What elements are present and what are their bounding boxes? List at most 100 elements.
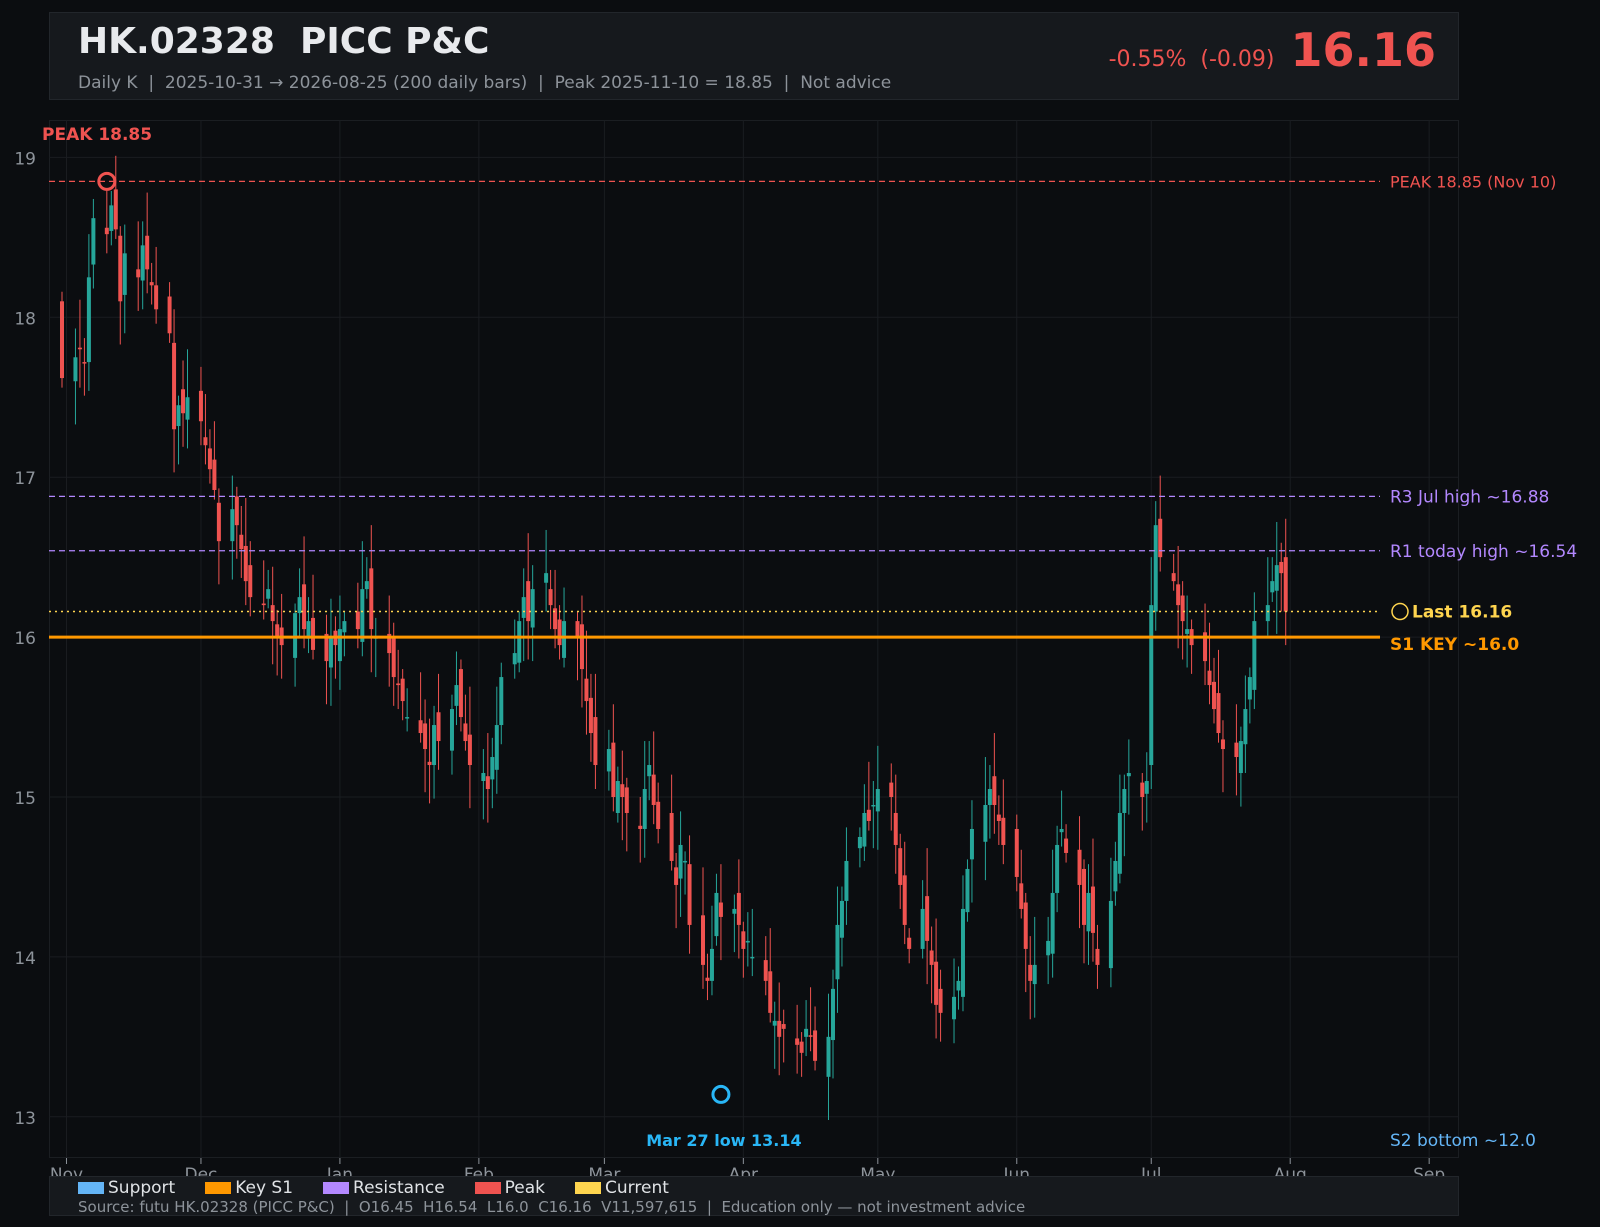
candle-body — [656, 801, 661, 829]
candle-body — [405, 717, 410, 719]
candle-body — [1144, 781, 1149, 794]
candle-body — [400, 678, 405, 702]
candle-body — [1055, 844, 1060, 893]
candle-body — [839, 900, 844, 938]
candle-body — [436, 712, 441, 742]
candle-body — [952, 996, 957, 1020]
candle-body — [898, 848, 903, 885]
candle-body — [1032, 964, 1037, 985]
candle-body — [687, 864, 692, 925]
candle-body — [1158, 518, 1163, 558]
candle-body — [1171, 573, 1176, 582]
candle-body — [485, 776, 490, 790]
candle-body — [275, 624, 280, 638]
candle-body — [1153, 525, 1158, 612]
candle-body — [777, 1020, 782, 1037]
candle-body — [1019, 883, 1024, 909]
candle-body — [302, 584, 307, 630]
candle-body — [1270, 581, 1275, 593]
candle-body — [647, 765, 652, 777]
legend-label: Current — [605, 1178, 669, 1198]
candle-body — [77, 347, 82, 350]
candle-body — [234, 496, 239, 526]
candle-body — [490, 757, 495, 780]
peak-annotation: PEAK 18.85 — [42, 125, 152, 145]
candle-body — [893, 812, 898, 845]
candle-body — [835, 924, 840, 980]
candle-body — [297, 597, 302, 614]
candle-body — [548, 589, 553, 606]
candle-body — [167, 296, 172, 334]
candle-body — [575, 621, 580, 638]
candle-body — [203, 437, 208, 446]
candle-body — [1086, 892, 1091, 932]
chart-footer: Support Key S1 Resistance Peak Current Sourc… — [49, 1176, 1459, 1216]
candle-body — [741, 931, 746, 949]
candle-body — [1234, 742, 1239, 758]
candle-body — [813, 1030, 818, 1061]
candle-body — [669, 812, 674, 861]
candle-body — [517, 621, 522, 663]
legend-item-support: Support — [78, 1178, 175, 1198]
candle-body — [512, 653, 517, 665]
candle-body — [458, 669, 463, 718]
low-marker — [711, 1084, 731, 1104]
candle-body — [557, 619, 562, 646]
y-tick-label: 19 — [14, 149, 36, 169]
candle-body — [1220, 739, 1225, 750]
candle-body — [212, 459, 217, 490]
legend: Support Key S1 Resistance Peak Current — [78, 1178, 699, 1198]
candle-body — [104, 227, 109, 235]
candle-body — [1090, 886, 1095, 933]
candle-body — [544, 573, 549, 583]
level-label-last: Last 16.16 — [1412, 603, 1512, 623]
candle-body — [781, 1024, 786, 1029]
candle-body — [113, 189, 118, 230]
legend-label: Key S1 — [235, 1178, 294, 1198]
candle-body — [808, 1035, 813, 1037]
candle-body — [624, 787, 629, 813]
candle-body — [593, 717, 598, 766]
candle-body — [342, 621, 347, 633]
level-label-peak: PEAK 18.85 (Nov 10) — [1390, 172, 1556, 191]
candle-body — [1212, 681, 1217, 710]
candle-body — [261, 603, 266, 606]
candle-body — [248, 565, 253, 598]
candle-body — [956, 980, 961, 991]
candle-body — [122, 253, 127, 295]
candle-body — [714, 892, 719, 937]
candle-body — [1014, 828, 1019, 877]
candle-body — [889, 782, 894, 797]
legend-item-current: Current — [575, 1178, 669, 1198]
candle-body — [1113, 860, 1118, 892]
candle-body — [606, 749, 611, 772]
candle-body — [983, 804, 988, 842]
candle-body — [736, 892, 741, 925]
candle-body — [1176, 584, 1181, 606]
candle-body — [700, 915, 705, 965]
candle-body — [799, 1041, 804, 1053]
candle-body — [499, 677, 504, 726]
candle-body — [423, 723, 428, 750]
y-tick-label: 16 — [14, 629, 36, 649]
candle-body — [216, 502, 221, 542]
level-label-r1: R1 today high ~16.54 — [1390, 542, 1577, 562]
candle-body — [328, 637, 333, 668]
candle-body — [230, 509, 235, 542]
candle-body — [73, 357, 78, 382]
candle-body — [176, 405, 181, 427]
legend-swatch — [323, 1182, 350, 1194]
candle-body — [965, 868, 970, 913]
level-label-s1: S1 KEY ~16.0 — [1390, 635, 1519, 655]
candle-body — [934, 961, 939, 1005]
level-label-s2: S2 bottom ~12.0 — [1390, 1131, 1536, 1151]
candle-body — [118, 235, 123, 302]
candle-body — [871, 804, 876, 807]
candle-body — [86, 277, 91, 363]
last-marker — [1391, 602, 1409, 621]
candle-body — [1216, 693, 1221, 734]
candle-body — [521, 597, 526, 618]
candle-body — [432, 725, 437, 766]
legend-item-key-s1: Key S1 — [205, 1178, 293, 1198]
legend-label: Resistance — [353, 1178, 445, 1198]
